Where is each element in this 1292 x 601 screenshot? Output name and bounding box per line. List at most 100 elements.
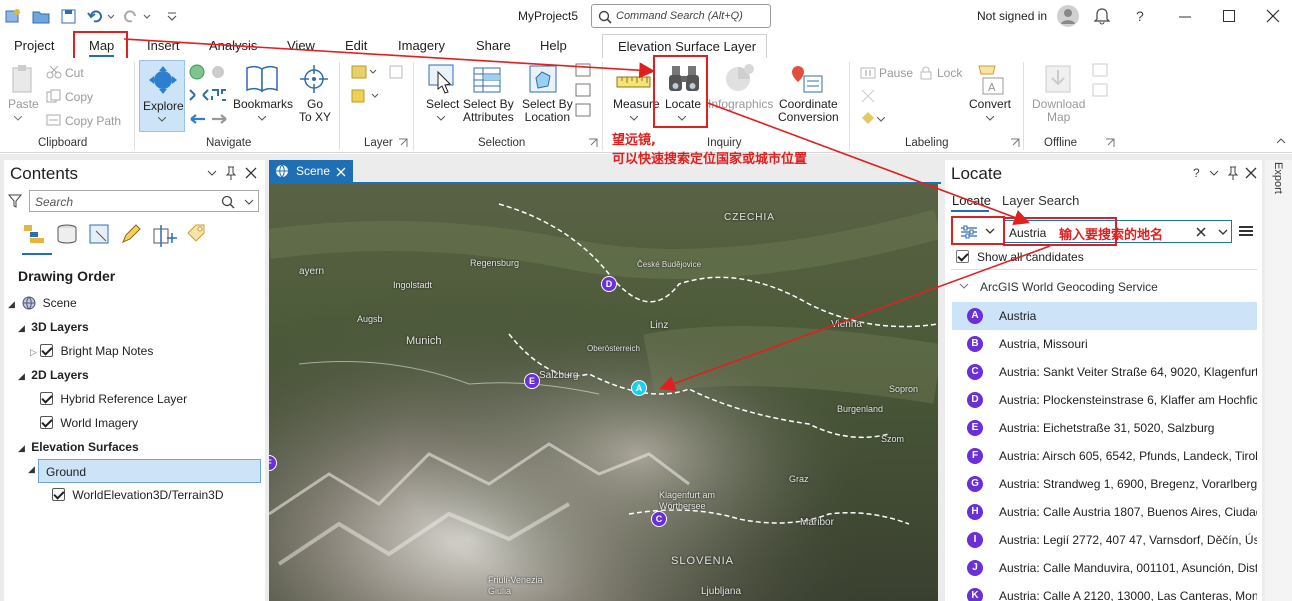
new-project-icon[interactable] <box>4 8 22 24</box>
search-history-dropdown-icon[interactable] <box>1218 229 1228 236</box>
undo-icon[interactable] <box>86 8 115 24</box>
go-to-xy-icon[interactable] <box>299 64 329 94</box>
sign-in-status[interactable]: Not signed in <box>977 9 1047 23</box>
list-by-editing-icon[interactable] <box>120 223 142 245</box>
pause-labels-icon[interactable] <box>860 66 876 80</box>
select-button[interactable]: Select <box>426 98 459 111</box>
measure-dropdown-icon[interactable] <box>630 116 638 122</box>
ground-expand-icon[interactable]: ◢ <box>28 464 35 475</box>
pin-icon[interactable] <box>226 166 236 180</box>
search-icon[interactable] <box>221 195 235 209</box>
bookmarks-button[interactable]: Bookmarks <box>233 98 293 111</box>
infographics-button[interactable]: Infographics <box>708 98 773 111</box>
copy-icon[interactable] <box>46 89 62 103</box>
tree-item-world-elevation[interactable]: WorldElevation3D/Terrain3D <box>52 488 224 502</box>
pane-menu-icon[interactable] <box>207 169 217 177</box>
pause-button[interactable]: Pause <box>879 66 913 80</box>
close-pane-icon[interactable] <box>1245 167 1257 179</box>
map-view[interactable]: CZECHIA Munich Linz Vienna Salzburg Ingo… <box>269 184 938 601</box>
locate-help-icon[interactable]: ? <box>1193 166 1200 180</box>
contents-search-input[interactable]: Search <box>29 190 259 212</box>
close-window-icon[interactable] <box>1266 9 1280 23</box>
map-marker-d[interactable]: D <box>601 276 617 292</box>
tab-edit[interactable]: Edit <box>345 38 367 53</box>
map-marker-e[interactable]: E <box>524 373 540 389</box>
open-folder-icon[interactable] <box>32 8 50 24</box>
infographics-icon[interactable] <box>722 62 756 96</box>
redo-icon[interactable] <box>122 8 151 24</box>
tree-item-ground[interactable]: Ground <box>38 459 261 483</box>
select-dropdown-icon[interactable] <box>437 116 445 122</box>
locate-result-row[interactable]: D Austria: Plockensteinstrase 6, Klaffer … <box>952 386 1257 414</box>
select-by-attributes-icon[interactable] <box>472 62 506 96</box>
paste-icon[interactable] <box>10 64 36 96</box>
locate-result-row[interactable]: B Austria, Missouri <box>952 330 1257 358</box>
hybrid-reference-checkbox[interactable] <box>40 392 53 405</box>
collapse-ribbon-icon[interactable] <box>1276 137 1286 145</box>
list-by-data-source-icon[interactable] <box>56 223 78 245</box>
bookmarks-icon[interactable] <box>245 64 279 94</box>
explore-button[interactable]: Explore <box>139 60 185 132</box>
command-search-input[interactable]: Command Search (Alt+Q) <box>591 4 771 28</box>
pane-menu-icon[interactable] <box>1209 169 1219 177</box>
paste-dropdown-icon[interactable] <box>14 116 22 122</box>
tab-view[interactable]: View <box>287 38 315 53</box>
offline-group-launcher-icon[interactable] <box>1105 138 1115 148</box>
tree-item-world-imagery[interactable]: World Imagery <box>40 416 138 430</box>
locate-result-row[interactable]: A Austria <box>952 302 1257 330</box>
minimize-icon[interactable] <box>1178 10 1192 24</box>
convert-button[interactable]: Convert <box>969 98 1011 111</box>
paste-button[interactable]: Paste <box>8 98 39 111</box>
copy-path-icon[interactable] <box>46 113 62 127</box>
tree-item-3d-layers[interactable]: ◢ 3D Layers <box>18 320 89 334</box>
selection-group-launcher-icon[interactable] <box>588 138 598 148</box>
notification-bell-icon[interactable] <box>1094 7 1110 25</box>
download-map-icon[interactable] <box>1044 62 1074 96</box>
maximize-icon[interactable] <box>1222 9 1236 23</box>
locate-result-row[interactable]: G Austria: Strandweg 1, 6900, Bregenz, Vo… <box>952 470 1257 498</box>
select-icon[interactable] <box>426 62 458 96</box>
service-collapse-icon[interactable] <box>959 283 969 290</box>
save-icon[interactable] <box>60 8 78 24</box>
cut-button[interactable]: Cut <box>65 66 84 80</box>
pin-icon[interactable] <box>1228 166 1238 180</box>
tree-item-2d-layers[interactable]: ◢ 2D Layers <box>18 368 89 382</box>
locate-menu-icon[interactable] <box>1238 223 1254 239</box>
go-to-xy-button[interactable]: Go To XY <box>299 98 331 124</box>
list-by-selection-icon[interactable] <box>88 223 110 245</box>
selection-small-tools-icon[interactable] <box>574 62 592 122</box>
list-by-labeling-icon[interactable] <box>184 223 208 247</box>
close-pane-icon[interactable] <box>245 167 257 179</box>
show-all-candidates-checkbox[interactable] <box>956 250 969 263</box>
list-by-snapping-icon[interactable] <box>152 223 178 247</box>
convert-dropdown-icon[interactable] <box>986 116 994 122</box>
tab-insert[interactable]: Insert <box>147 38 180 53</box>
satellite-terrain-map[interactable] <box>269 184 938 601</box>
world-imagery-checkbox[interactable] <box>40 416 53 429</box>
add-data-icons[interactable] <box>350 64 410 108</box>
locate-result-row[interactable]: C Austria: Sankt Veiter Straße 64, 9020, … <box>952 358 1257 386</box>
select-by-attributes-button[interactable]: Select By Attributes <box>463 98 514 124</box>
navigate-small-tools-icon[interactable] <box>188 63 230 131</box>
lock-button[interactable]: Lock <box>937 66 962 80</box>
close-scene-tab-icon[interactable] <box>336 167 346 177</box>
tree-item-hybrid-reference[interactable]: Hybrid Reference Layer <box>40 392 187 406</box>
coordinate-conversion-button[interactable]: Coordinate Conversion <box>778 98 839 124</box>
map-marker-a[interactable]: A <box>631 380 647 396</box>
tab-share[interactable]: Share <box>476 38 511 53</box>
measure-icon[interactable] <box>616 72 652 92</box>
bright-map-notes-checkbox[interactable] <box>40 344 54 357</box>
tree-item-scene[interactable]: ◢ Scene <box>8 296 77 310</box>
filter-icon[interactable] <box>8 193 22 209</box>
tab-imagery[interactable]: Imagery <box>398 38 445 53</box>
labeling-small-tools-icon[interactable] <box>860 88 876 128</box>
convert-icon[interactable]: A <box>975 62 1007 96</box>
list-by-drawing-order-icon[interactable] <box>22 223 48 245</box>
map-marker-c[interactable]: C <box>651 511 667 527</box>
bookmarks-dropdown-icon[interactable] <box>258 116 266 122</box>
tab-locate[interactable]: Locate <box>952 193 991 208</box>
tree-item-elevation-surfaces[interactable]: ◢ Elevation Surfaces <box>18 440 139 454</box>
locate-result-row[interactable]: E Austria: Eichetstraße 31, 5020, Salzbur… <box>952 414 1257 442</box>
clear-search-icon[interactable] <box>1196 227 1206 237</box>
copy-button[interactable]: Copy <box>65 90 93 104</box>
